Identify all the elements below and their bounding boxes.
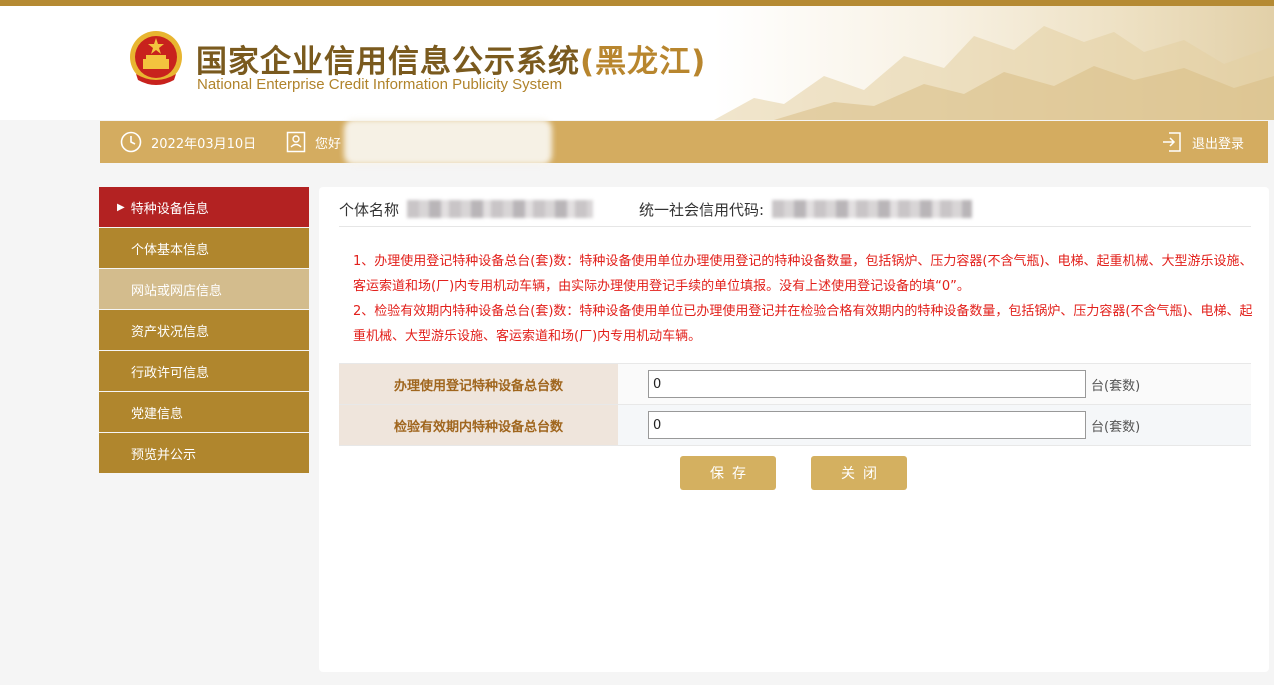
valid-inspection-total-unit: 台(套数) <box>1091 419 1141 435</box>
logout-button[interactable]: 退出登录 <box>1161 121 1244 163</box>
logout-label: 退出登录 <box>1191 136 1244 152</box>
registered-total-label: 办理使用登记特种设备总台数 <box>339 364 618 404</box>
credit-code-label: 统一社会信用代码: <box>639 200 765 219</box>
sidebar-item-basic-info[interactable]: 个体基本信息 <box>99 228 309 268</box>
redacted-credit-code <box>772 200 973 218</box>
sidebar-item-label: 个体基本信息 <box>131 242 210 258</box>
site-title: 国家企业信用信息公示系统(黑龙江) <box>196 36 706 81</box>
registered-total-unit: 台(套数) <box>1091 378 1141 394</box>
site-title-region: (黑龙江) <box>580 44 707 80</box>
registered-total-input[interactable] <box>648 370 1086 398</box>
close-button[interactable]: 关闭 <box>811 456 907 490</box>
divider <box>339 226 1251 227</box>
entity-name-label: 个体名称 <box>339 200 400 219</box>
redacted-user-name <box>344 119 552 165</box>
sidebar-item-party-building[interactable]: 党建信息 <box>99 392 309 432</box>
site-title-english: National Enterprise Credit Information P… <box>197 76 563 93</box>
sidebar-item-asset-info[interactable]: 资产状况信息 <box>99 310 309 350</box>
mountain-illustration <box>714 26 1274 120</box>
valid-inspection-total-field: 台(套数) <box>618 405 1251 445</box>
sidebar-item-label: 特种设备信息 <box>130 201 209 217</box>
redacted-entity-name <box>407 200 594 218</box>
filling-notice: 1、办理使用登记特种设备总台(套)数：特种设备使用单位办理使用登记的特种设备数量… <box>353 249 1253 349</box>
save-button[interactable]: 保存 <box>680 456 776 490</box>
sidebar-item-label: 资产状况信息 <box>131 324 210 340</box>
sidebar-item-preview-publish[interactable]: 预览并公示 <box>99 433 309 473</box>
user-bar: 2022年03月10日 您好 退出登录 <box>100 119 1268 165</box>
registered-total-field: 台(套数) <box>618 364 1251 404</box>
user-card-icon <box>286 131 306 153</box>
sidebar-item-website-info[interactable]: 网站或网店信息 <box>99 269 309 309</box>
site-header: 国家企业信用信息公示系统(黑龙江) National Enterprise Cr… <box>0 6 1274 120</box>
current-date-text: 2022年03月10日 <box>151 136 257 152</box>
equipment-form: 办理使用登记特种设备总台数 台(套数) 检验有效期内特种设备总台数 台(套数) <box>339 363 1251 446</box>
site-title-main: 国家企业信用信息公示系统 <box>196 44 580 80</box>
logout-icon <box>1162 132 1181 152</box>
notice-item-1: 1、办理使用登记特种设备总台(套)数：特种设备使用单位办理使用登记的特种设备数量… <box>353 254 1253 294</box>
user-greeting: 您好 <box>286 121 341 163</box>
sidebar-item-admin-license[interactable]: 行政许可信息 <box>99 351 309 391</box>
credit-code-row: 统一社会信用代码: <box>639 197 973 221</box>
main-panel: 个体名称 统一社会信用代码: 1、办理使用登记特种设备总台(套)数：特种设备使用… <box>319 187 1269 672</box>
sidebar-item-label: 网站或网店信息 <box>131 283 223 299</box>
caret-right-icon: ▶ <box>117 201 125 213</box>
sidebar-item-label: 预览并公示 <box>131 447 197 463</box>
notice-item-2: 2、检验有效期内特种设备总台(套)数：特种设备使用单位已办理使用登记并在检验合格… <box>353 304 1253 344</box>
form-row-valid-inspection-total: 检验有效期内特种设备总台数 台(套数) <box>339 405 1251 446</box>
clock-icon <box>120 131 142 153</box>
sidebar-item-label: 党建信息 <box>131 406 184 422</box>
entity-name-row: 个体名称 <box>339 197 594 221</box>
national-emblem-icon <box>130 31 182 85</box>
valid-inspection-total-input[interactable] <box>648 411 1086 439</box>
current-date: 2022年03月10日 <box>120 121 256 163</box>
header-landscape <box>714 6 1274 120</box>
sidebar-item-label: 行政许可信息 <box>131 365 210 381</box>
form-row-registered-total: 办理使用登记特种设备总台数 台(套数) <box>339 364 1251 405</box>
greeting-text: 您好 <box>315 136 342 152</box>
sidebar-item-special-equipment[interactable]: ▶ 特种设备信息 <box>99 187 309 227</box>
valid-inspection-total-label: 检验有效期内特种设备总台数 <box>339 405 618 445</box>
sidebar-nav: ▶ 特种设备信息 个体基本信息 网站或网店信息 资产状况信息 行政许可信息 党建… <box>99 187 309 474</box>
